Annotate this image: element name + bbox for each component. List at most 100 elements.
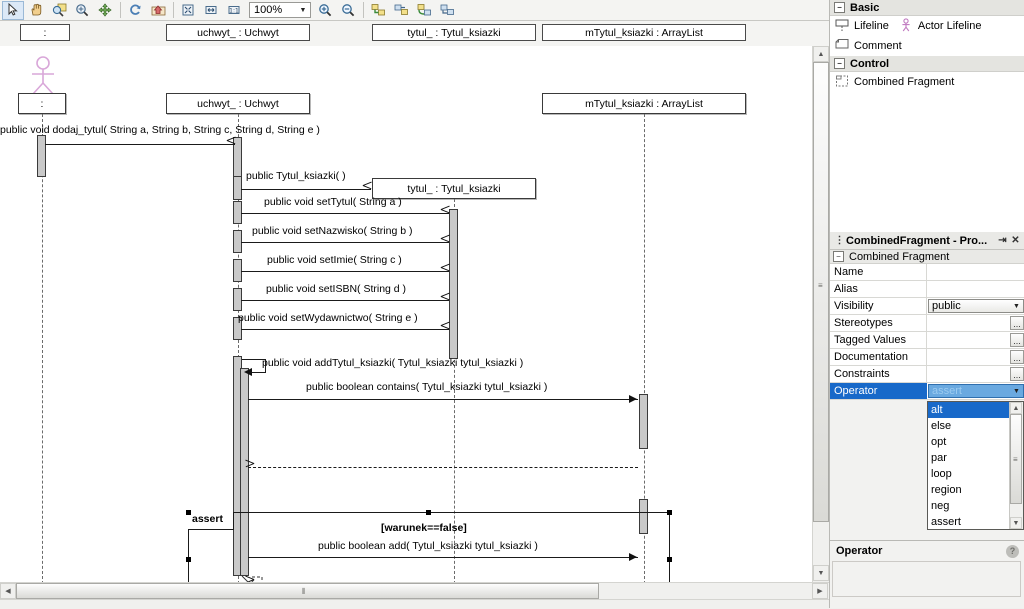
- palette-group-basic[interactable]: − Basic: [830, 0, 1024, 16]
- lifeline-box-user[interactable]: :: [18, 93, 66, 114]
- canvas-horizontal-scrollbar[interactable]: ◀ ⦀ ▶: [0, 582, 829, 600]
- message-line-4[interactable]: [241, 271, 449, 272]
- selection-handle[interactable]: [186, 557, 191, 562]
- dropdown-option-opt[interactable]: opt: [928, 434, 1010, 450]
- property-row-documentation[interactable]: Documentation ...: [830, 349, 1024, 366]
- auto-arrange-button[interactable]: [413, 1, 435, 20]
- header-box-uchwyt[interactable]: uchwyt_ : Uchwyt: [166, 24, 310, 41]
- zoom-in-button[interactable]: [314, 1, 336, 20]
- home-button[interactable]: [147, 1, 169, 20]
- property-row-alias[interactable]: Alias: [830, 281, 1024, 298]
- palette-item-lifeline[interactable]: Lifeline: [835, 18, 889, 35]
- message-line-0[interactable]: [45, 144, 235, 145]
- refresh-button[interactable]: [124, 1, 146, 20]
- zoom-level-combobox[interactable]: 100% ▼: [249, 2, 311, 18]
- visibility-combobox[interactable]: public ▼: [928, 299, 1024, 313]
- operator-dropdown-list[interactable]: alt else opt par loop region neg assert …: [927, 401, 1024, 530]
- activation-uchwyt-2[interactable]: [233, 176, 242, 200]
- dropdown-scrollbar[interactable]: ▲ ≡ ▼: [1009, 402, 1023, 529]
- selection-handle[interactable]: [667, 557, 672, 562]
- hand-tool[interactable]: [25, 1, 47, 20]
- scroll-right-button[interactable]: ▶: [812, 583, 828, 599]
- header-box-tytul[interactable]: tytul_ : Tytul_ksiazki: [372, 24, 536, 41]
- dropdown-scroll-thumb[interactable]: ≡: [1010, 414, 1022, 504]
- chevron-down-icon[interactable]: ▼: [296, 7, 310, 14]
- properties-group-row[interactable]: − Combined Fragment: [830, 250, 1024, 264]
- fragment-operator-label[interactable]: assert: [188, 512, 234, 530]
- message-label-10[interactable]: public boolean add( Tytul_ksiazki tytul_…: [318, 540, 538, 552]
- message-line-2[interactable]: [241, 213, 449, 214]
- operator-combobox[interactable]: assert ▼: [928, 384, 1024, 398]
- message-line-8[interactable]: [248, 399, 638, 400]
- layout-diagram-button[interactable]: [367, 1, 389, 20]
- close-icon[interactable]: ✕: [1009, 235, 1022, 246]
- palette-item-comment[interactable]: Comment: [835, 38, 902, 55]
- property-row-operator[interactable]: Operator assert ▼: [830, 383, 1024, 400]
- activation-mlist-1[interactable]: [639, 394, 648, 449]
- header-box-user[interactable]: :: [20, 24, 70, 41]
- fit-width-button[interactable]: [200, 1, 222, 20]
- dropdown-option-par[interactable]: par: [928, 450, 1010, 466]
- message-label-3[interactable]: public void setNazwisko( String b ): [252, 225, 412, 237]
- palette-group-control[interactable]: − Control: [830, 56, 1024, 72]
- message-label-0[interactable]: public void dodaj_tytul( String a, Strin…: [0, 124, 320, 136]
- return-line-9[interactable]: [248, 467, 638, 468]
- question-mark-icon[interactable]: ?: [1006, 544, 1019, 558]
- dropdown-option-assert[interactable]: assert: [928, 514, 1010, 529]
- scroll-left-button[interactable]: ◀: [0, 583, 16, 599]
- lifeline-box-mlist[interactable]: mTytul_ksiazki : ArrayList: [542, 93, 746, 114]
- selection-handle[interactable]: [426, 510, 431, 515]
- constraints-ellipsis-button[interactable]: ...: [1010, 367, 1024, 381]
- zoom-tool[interactable]: [71, 1, 93, 20]
- auto-hide-icon[interactable]: ⇥: [996, 235, 1009, 246]
- sync-model-button[interactable]: [436, 1, 458, 20]
- property-row-name[interactable]: Name: [830, 264, 1024, 281]
- fragment-guard-label[interactable]: [warunek==false]: [381, 522, 467, 534]
- property-row-constraints[interactable]: Constraints ...: [830, 366, 1024, 383]
- message-line-10[interactable]: [248, 557, 638, 558]
- zoom-out-button[interactable]: [337, 1, 359, 20]
- drag-handle-icon[interactable]: ⋮: [833, 235, 846, 246]
- collapse-icon[interactable]: −: [834, 58, 845, 69]
- select-tool[interactable]: [2, 0, 24, 20]
- message-line-6[interactable]: [241, 329, 449, 330]
- message-line-1[interactable]: [241, 189, 371, 190]
- self-message-bottom[interactable]: [250, 372, 266, 373]
- property-value[interactable]: [927, 281, 1024, 297]
- property-row-tagged-values[interactable]: Tagged Values ...: [830, 332, 1024, 349]
- message-label-1[interactable]: public Tytul_ksiazki( ): [246, 170, 346, 182]
- actual-size-button[interactable]: 1:1: [223, 1, 245, 20]
- message-label-7[interactable]: public void addTytul_ksiazki( Tytul_ksia…: [262, 357, 523, 369]
- property-row-visibility[interactable]: Visibility public ▼: [830, 298, 1024, 315]
- message-line-5[interactable]: [241, 300, 449, 301]
- message-label-4[interactable]: public void setImie( String c ): [267, 254, 402, 266]
- tagged-values-ellipsis-button[interactable]: ...: [1010, 333, 1024, 347]
- dropdown-option-loop[interactable]: loop: [928, 466, 1010, 482]
- chevron-down-icon[interactable]: ▼: [1010, 303, 1023, 310]
- diagram-canvas[interactable]: : uchwyt_ : Uchwyt tytul_ : Tytul_ksiazk…: [0, 46, 812, 582]
- message-label-5[interactable]: public void setISBN( String d ): [266, 283, 406, 295]
- vertical-scroll-thumb[interactable]: ≡: [813, 62, 829, 522]
- stereotypes-ellipsis-button[interactable]: ...: [1010, 316, 1024, 330]
- documentation-ellipsis-button[interactable]: ...: [1010, 350, 1024, 364]
- activation-tytul[interactable]: [449, 209, 458, 359]
- dropdown-option-else[interactable]: else: [928, 418, 1010, 434]
- palette-item-combined-fragment[interactable]: Combined Fragment: [835, 74, 954, 91]
- collapse-icon[interactable]: −: [834, 2, 845, 13]
- chevron-down-icon[interactable]: ▼: [1010, 388, 1023, 395]
- align-elements-button[interactable]: [390, 1, 412, 20]
- dropdown-option-region[interactable]: region: [928, 482, 1010, 498]
- dropdown-option-alt[interactable]: alt: [928, 402, 1010, 418]
- canvas-vertical-scrollbar[interactable]: ▲ ≡ ▼: [812, 46, 830, 582]
- dropdown-option-neg[interactable]: neg: [928, 498, 1010, 514]
- message-label-8[interactable]: public boolean contains( Tytul_ksiazki t…: [306, 381, 547, 393]
- zoom-region-tool[interactable]: [48, 1, 70, 20]
- lifeline-box-uchwyt[interactable]: uchwyt_ : Uchwyt: [166, 93, 310, 114]
- property-value[interactable]: [927, 264, 1024, 280]
- fit-window-button[interactable]: [177, 1, 199, 20]
- activation-user[interactable]: [37, 135, 46, 177]
- selection-handle[interactable]: [186, 510, 191, 515]
- palette-item-actor-lifeline[interactable]: Actor Lifeline: [899, 17, 981, 35]
- property-row-stereotypes[interactable]: Stereotypes ...: [830, 315, 1024, 332]
- move-tool[interactable]: [94, 1, 116, 20]
